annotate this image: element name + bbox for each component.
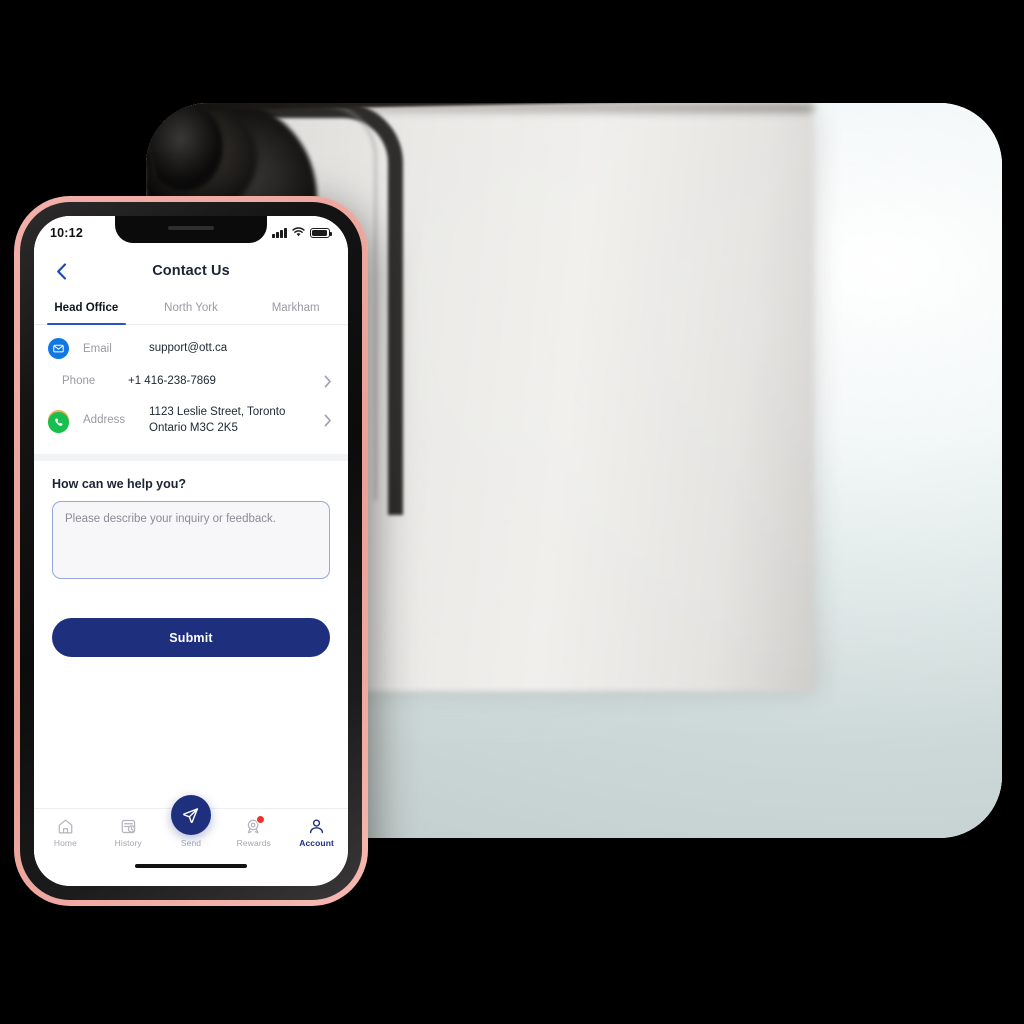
tab-markham[interactable]: Markham (243, 292, 348, 324)
phone-mockup: 10:12 Contact Us Head Office North York … (14, 196, 368, 906)
person-icon (308, 817, 325, 835)
page-title: Contact Us (152, 263, 230, 279)
tab-label: Markham (271, 302, 320, 314)
phone-screen: 10:12 Contact Us Head Office North York … (34, 216, 348, 886)
phone-icon (48, 412, 69, 433)
send-icon (183, 807, 199, 823)
location-tabs: Head Office North York Markham (34, 292, 348, 325)
tab-bar-label: History (114, 838, 142, 848)
contact-row-phone[interactable]: Phone +1 416-238-7869 (34, 366, 348, 433)
tab-bar-item-home[interactable]: Home (34, 817, 97, 848)
tab-north-york[interactable]: North York (139, 292, 244, 324)
help-heading: How can we help you? (52, 477, 187, 492)
tab-bar-item-history[interactable]: History (97, 817, 160, 848)
contact-value: 1123 Leslie Street, Toronto Ontario M3C … (149, 405, 286, 435)
signal-bars-icon (272, 228, 287, 238)
home-icon (57, 817, 74, 835)
tab-bar-item-rewards[interactable]: Rewards (222, 815, 285, 848)
contact-list: Email support@ott.ca Phone +1 416-238-78… (34, 325, 348, 462)
content-spacer (34, 657, 348, 808)
envelope-icon (48, 338, 69, 359)
battery-icon (310, 228, 333, 238)
tab-bar-label: Home (53, 838, 77, 848)
home-indicator[interactable] (135, 864, 247, 868)
contact-value: support@ott.ca (149, 342, 228, 355)
bottom-tab-bar: Home History Send Rewards Account (34, 795, 348, 864)
tab-bar-item-account[interactable]: Account (285, 817, 348, 848)
contact-label: Address (83, 414, 126, 427)
contact-label: Phone (62, 375, 96, 388)
phone-notch (115, 216, 267, 243)
message-input[interactable] (52, 501, 330, 580)
tab-head-office[interactable]: Head Office (34, 292, 139, 325)
contact-label: Email (83, 342, 112, 355)
status-bar-time: 10:12 (50, 226, 83, 240)
chevron-right-icon[interactable] (318, 375, 332, 388)
tab-bar-item-send[interactable]: Send (160, 795, 223, 848)
status-bar-indicators (272, 224, 333, 242)
tab-label: North York (164, 302, 218, 314)
home-indicator-area (34, 864, 348, 886)
wifi-icon (292, 224, 305, 242)
contact-row-email[interactable]: Email support@ott.ca (34, 331, 348, 366)
nav-header: Contact Us (34, 250, 348, 292)
help-section: How can we help you? (34, 461, 348, 585)
notch-speaker (168, 226, 214, 230)
tab-bar-label: Account (299, 838, 334, 848)
chevron-right-icon[interactable] (318, 414, 332, 427)
submit-section: Submit (34, 584, 348, 658)
notification-badge (256, 815, 266, 824)
tab-label: Head Office (54, 302, 119, 314)
tab-bar-label: Rewards (236, 838, 271, 848)
submit-button[interactable]: Submit (52, 618, 330, 658)
history-icon (120, 817, 137, 835)
contact-value: +1 416-238-7869 (128, 375, 216, 387)
chevron-left-icon (56, 262, 66, 280)
status-bar: 10:12 (34, 216, 348, 250)
tab-bar-label: Send (180, 838, 202, 848)
contact-row-address[interactable]: Address 1123 Leslie Street, Toronto Onta… (34, 397, 348, 444)
back-button[interactable] (50, 260, 72, 282)
medal-icon (245, 815, 266, 835)
send-fab-button[interactable] (170, 795, 211, 835)
